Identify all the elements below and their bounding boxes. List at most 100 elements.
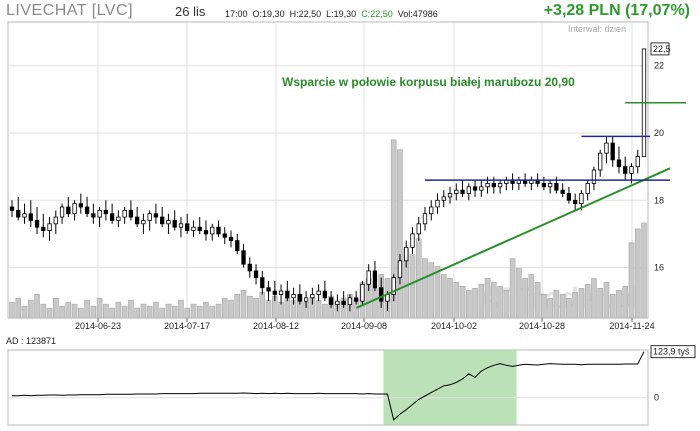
volume-bar [616,289,622,319]
volume-bar [534,282,541,319]
candle-body [435,199,440,208]
volume-bar [422,258,428,319]
candle-body [422,213,428,225]
volume-bar [609,293,616,319]
volume-bar [203,301,209,319]
price-chart: ATTrader.pl Wsparcie w połowie korpusu b… [6,21,696,426]
candle-body [485,183,490,188]
volume-bar [34,293,40,319]
volume-bar [215,303,222,319]
candle-body [366,270,371,285]
volume-bar [78,307,84,319]
candle-body [629,166,634,174]
volume-bar [71,303,78,319]
candle-body [197,226,202,231]
volume-bar [484,278,491,319]
volume-bar [121,305,128,319]
chart-grid [7,21,649,319]
x-tick-label: 2014-09-08 [341,321,387,331]
volume-bar [559,293,566,319]
candle-body [347,297,353,305]
candle-body [191,226,196,231]
volume-bar [603,282,610,319]
volume-bar [209,305,216,319]
candle-body [441,196,446,201]
volume-bar [21,305,28,319]
candle-body [216,226,221,235]
volume-bar [178,299,184,319]
y-tick-label: 22 [654,61,664,71]
candle-body [78,203,83,208]
volume-bar [159,307,165,319]
ad-last-label: 123,9 tyś [653,347,690,357]
x-tick-label: 2014-10-02 [431,321,477,331]
candle-body [166,220,171,225]
volume-bar [628,242,635,319]
volume-bar [572,291,578,319]
candle-body [278,290,284,295]
volume-bar [153,301,159,319]
candle-body [260,277,265,289]
candle-body [272,290,277,295]
ad-highlight [383,350,517,425]
volume-bar [522,278,528,319]
volume-bar [246,295,253,319]
volume-bar [46,307,53,319]
volume-bar [221,297,228,319]
candle-body [28,213,33,221]
candle-body [297,294,302,302]
volume-bar [59,305,65,319]
ad-label: AD : 123871 [6,336,56,346]
volume-bar [322,303,328,319]
candle-body [460,189,465,194]
candle-body [310,294,315,299]
volume-bar [96,297,103,319]
volume-bar [115,301,122,319]
candle-body [66,206,71,215]
volume-bar [234,293,241,319]
candle-body [447,193,453,198]
volume-bar [27,299,34,319]
volume-bar [566,297,572,319]
volume-bar [497,286,503,319]
volume-bar [265,299,272,319]
volume-bar [397,149,403,319]
candle-body [303,297,309,302]
candle-body [160,216,165,225]
candle-body [59,206,65,218]
candle-body [153,213,159,218]
candle-body [266,287,271,292]
candle-body [222,233,227,238]
candle-body [354,297,359,302]
candle-body [335,300,340,305]
candle-body [91,213,96,218]
candle-body [172,220,177,228]
candle-body [598,152,603,171]
volume-bar [90,305,97,319]
volume-bar [146,305,153,319]
volume-bar [434,266,441,319]
candle-body [560,189,565,194]
volume-bar [541,293,547,319]
candle-body [53,216,58,225]
candle-body [285,290,290,299]
volume-bar [259,291,266,319]
candle-body [566,193,572,201]
candle-body [47,223,52,231]
candle-body [210,226,215,235]
candle-body [466,186,471,194]
volume-bar [584,284,591,319]
support-annotation: Wsparcie w połowie korpusu białej marubo… [282,75,575,89]
candle-body [122,209,127,218]
volume-bar [578,287,585,319]
candle-body [84,206,90,215]
candle-body [472,186,478,191]
candle-body [610,142,615,161]
volume-bar [228,299,234,319]
candle-body [228,236,234,242]
last-price-label: 22,5 [653,44,671,54]
volume-bar [109,307,115,319]
volume-bar [165,303,172,319]
volume-bar [528,274,535,319]
x-tick-label: 2014-10-28 [519,321,565,331]
